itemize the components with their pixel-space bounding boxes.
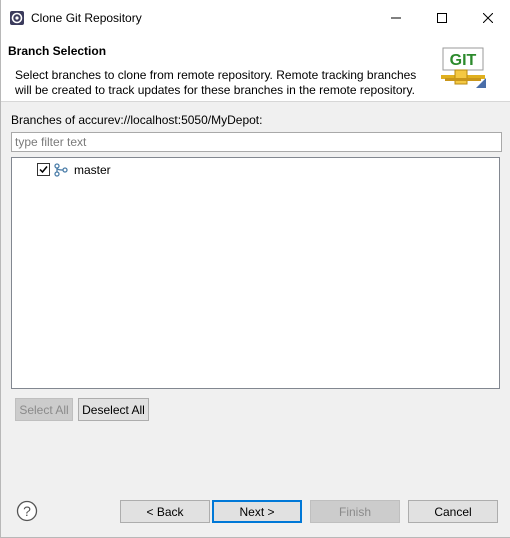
wizard-header: Branch Selection Select branches to clon… [1, 36, 510, 102]
page-description: Select branches to clone from remote rep… [15, 68, 417, 97]
select-all-button[interactable]: Select All [15, 398, 73, 421]
git-logo-icon: GIT [441, 47, 486, 88]
back-button[interactable]: < Back [120, 500, 210, 523]
branch-checkbox-master[interactable] [37, 163, 50, 176]
close-button[interactable] [465, 0, 510, 36]
branches-label: Branches of accurev://localhost:5050/MyD… [11, 113, 263, 127]
branch-row-master[interactable]: master [12, 161, 492, 179]
checkmark-icon [39, 166, 48, 174]
next-button[interactable]: Next > [212, 500, 302, 523]
minimize-icon [391, 17, 401, 19]
deselect-all-button[interactable]: Deselect All [78, 398, 149, 421]
title-bar: Clone Git Repository [1, 0, 510, 36]
clone-git-repository-dialog: Clone Git Repository Branch Selection Se… [0, 0, 510, 538]
eclipse-app-icon [9, 10, 25, 26]
close-icon [483, 13, 493, 23]
help-icon[interactable]: ? [16, 500, 38, 522]
svg-text:?: ? [23, 503, 31, 519]
svg-text:GIT: GIT [450, 52, 477, 69]
finish-button[interactable]: Finish [310, 500, 400, 523]
maximize-icon [437, 13, 447, 23]
filter-input[interactable] [11, 132, 502, 152]
branch-icon [54, 163, 68, 177]
window-title: Clone Git Repository [31, 11, 142, 25]
minimize-button[interactable] [373, 0, 419, 36]
page-title: Branch Selection [8, 44, 107, 58]
maximize-button[interactable] [419, 0, 465, 36]
branch-name: master [74, 163, 111, 177]
branch-tree[interactable]: master [11, 157, 500, 389]
cancel-button[interactable]: Cancel [408, 500, 498, 523]
